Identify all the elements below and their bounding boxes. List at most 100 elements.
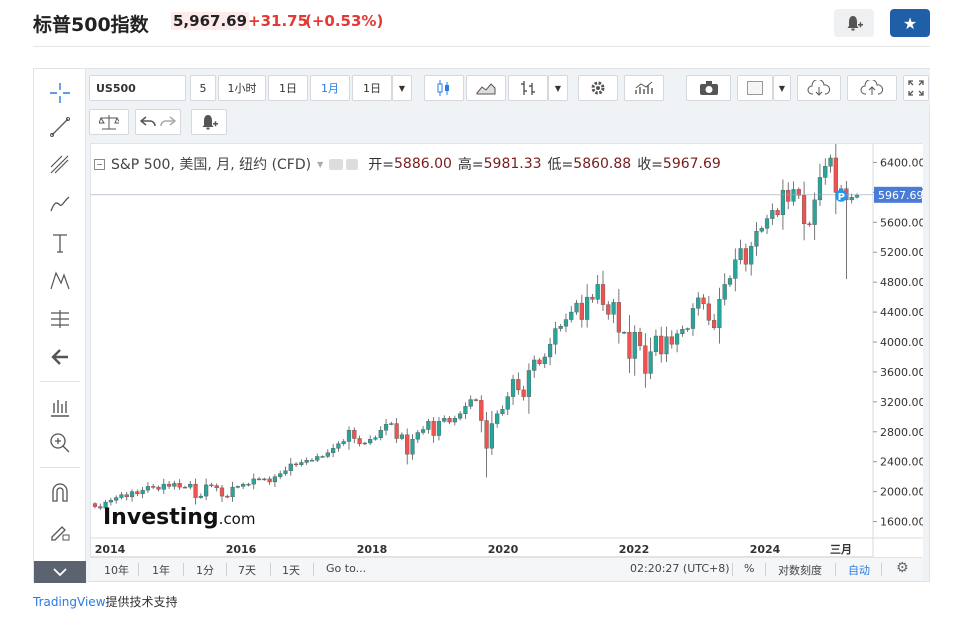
candle-body bbox=[108, 500, 113, 503]
candle-body bbox=[304, 460, 309, 463]
color-dropdown[interactable]: ▼ bbox=[773, 75, 791, 101]
auto-scale-toggle[interactable]: 自动 bbox=[848, 562, 870, 578]
zoom-tool[interactable] bbox=[42, 427, 78, 459]
candle-body bbox=[405, 434, 410, 455]
candle-body bbox=[373, 437, 378, 440]
collapse-toolbar-button[interactable] bbox=[34, 561, 86, 583]
settings-button[interactable] bbox=[578, 75, 618, 101]
candle-body bbox=[241, 483, 246, 487]
interval-1h[interactable]: 1小时 bbox=[218, 75, 266, 101]
candle-body bbox=[764, 218, 770, 229]
chart-canvas[interactable]: 6400.006000.005600.005200.004800.004400.… bbox=[91, 144, 923, 558]
visibility-icon[interactable] bbox=[329, 158, 344, 170]
brush-icon bbox=[50, 196, 70, 212]
fib-icon bbox=[50, 155, 69, 174]
candle-body bbox=[315, 456, 320, 461]
bell-plus-icon bbox=[847, 16, 863, 31]
candle-body bbox=[717, 299, 722, 328]
chart-type-dropdown[interactable]: ▼ bbox=[548, 75, 568, 101]
indicators-tool[interactable] bbox=[42, 391, 78, 423]
candle-body bbox=[727, 278, 733, 285]
candle-body bbox=[749, 246, 754, 265]
fib-tool[interactable] bbox=[42, 149, 78, 181]
favorite-button[interactable]: ★ bbox=[890, 9, 930, 37]
candle-body bbox=[754, 231, 759, 247]
candle-body bbox=[579, 302, 584, 320]
candle-body bbox=[230, 486, 235, 498]
log-scale-toggle[interactable]: 对数刻度 bbox=[778, 562, 822, 578]
fullscreen-button[interactable] bbox=[903, 75, 929, 101]
upload-chart-button[interactable] bbox=[847, 75, 897, 101]
range-1y[interactable]: 1年 bbox=[152, 562, 170, 578]
trend-line-tool[interactable] bbox=[42, 111, 78, 143]
tradingview-link[interactable]: TradingView bbox=[33, 595, 106, 609]
range-10y[interactable]: 10年 bbox=[104, 562, 129, 578]
y-tick-label: 4000.00 bbox=[880, 336, 923, 349]
candle-body bbox=[516, 379, 521, 391]
interval-select[interactable]: 1日 bbox=[352, 75, 392, 101]
candle-body bbox=[484, 420, 489, 449]
screenshot-button[interactable] bbox=[686, 75, 731, 101]
candle-body bbox=[426, 421, 431, 430]
collapse-legend-icon[interactable] bbox=[94, 158, 105, 170]
bars-icon bbox=[521, 81, 535, 95]
symbol-input[interactable]: US500 bbox=[89, 75, 186, 101]
candle-body bbox=[574, 302, 579, 313]
clock: 02:20:27 (UTC+8) bbox=[630, 562, 730, 575]
caret-down-icon: ▼ bbox=[778, 83, 786, 93]
pattern-tool[interactable] bbox=[42, 265, 78, 297]
x-tick-label: 2016 bbox=[226, 543, 257, 556]
chart-type-bars[interactable] bbox=[508, 75, 548, 101]
candle-body bbox=[182, 486, 188, 489]
range-1d[interactable]: 1天 bbox=[282, 562, 300, 578]
indicators-button[interactable] bbox=[624, 75, 664, 101]
candle-body bbox=[542, 356, 547, 364]
trend-line-icon bbox=[50, 117, 70, 137]
range-7d[interactable]: 7天 bbox=[238, 562, 256, 578]
redo-icon[interactable] bbox=[160, 116, 176, 128]
download-chart-button[interactable] bbox=[797, 75, 841, 101]
scales-icon bbox=[99, 115, 119, 130]
measure-tool[interactable] bbox=[42, 303, 78, 335]
magnet-tool[interactable] bbox=[42, 477, 78, 509]
lock-drawings-tool[interactable] bbox=[42, 515, 78, 547]
candle-body bbox=[547, 344, 553, 358]
candle-body bbox=[738, 248, 743, 260]
interval-1d[interactable]: 1日 bbox=[268, 75, 308, 101]
add-alert-tool[interactable] bbox=[191, 109, 227, 135]
candle-body bbox=[849, 197, 854, 201]
color-picker[interactable] bbox=[737, 75, 773, 101]
candlestick-icon bbox=[437, 80, 449, 96]
candle-body bbox=[600, 284, 606, 305]
price-chart[interactable]: 6400.006000.005600.005200.004800.004400.… bbox=[90, 143, 923, 558]
goto-button[interactable]: Go to... bbox=[326, 562, 366, 575]
interval-dropdown[interactable]: ▼ bbox=[392, 75, 412, 101]
undo-icon[interactable] bbox=[140, 116, 156, 128]
chart-type-candles[interactable] bbox=[424, 75, 464, 101]
compare-button[interactable] bbox=[89, 109, 129, 135]
candle-body bbox=[267, 478, 272, 483]
candle-body bbox=[177, 483, 182, 488]
crosshair-tool[interactable] bbox=[42, 77, 78, 109]
candle-body bbox=[114, 497, 119, 501]
magnet-icon bbox=[52, 483, 68, 502]
brush-tool[interactable] bbox=[42, 187, 78, 219]
range-1min[interactable]: 1分 bbox=[196, 562, 214, 578]
bottom-divider bbox=[138, 563, 139, 576]
add-alert-button[interactable] bbox=[834, 9, 874, 37]
close-value: 5967.69 bbox=[662, 156, 721, 172]
percent-toggle[interactable]: % bbox=[744, 562, 754, 575]
legend-dropdown-icon[interactable]: ▼ bbox=[317, 160, 323, 169]
candle-body bbox=[420, 429, 426, 433]
remove-drawings-tool[interactable] bbox=[42, 341, 78, 373]
settings-small-icon[interactable] bbox=[346, 158, 359, 170]
candle-body bbox=[246, 483, 251, 486]
interval-5m[interactable]: 5 bbox=[190, 75, 216, 101]
interval-1mo[interactable]: 1月 bbox=[310, 75, 350, 101]
candle-body bbox=[680, 329, 685, 334]
chart-type-area[interactable] bbox=[466, 75, 506, 101]
bottom-divider bbox=[226, 563, 227, 576]
chart-settings-icon[interactable]: ⚙ bbox=[896, 560, 909, 576]
text-tool[interactable] bbox=[42, 227, 78, 259]
candle-body bbox=[791, 189, 796, 202]
